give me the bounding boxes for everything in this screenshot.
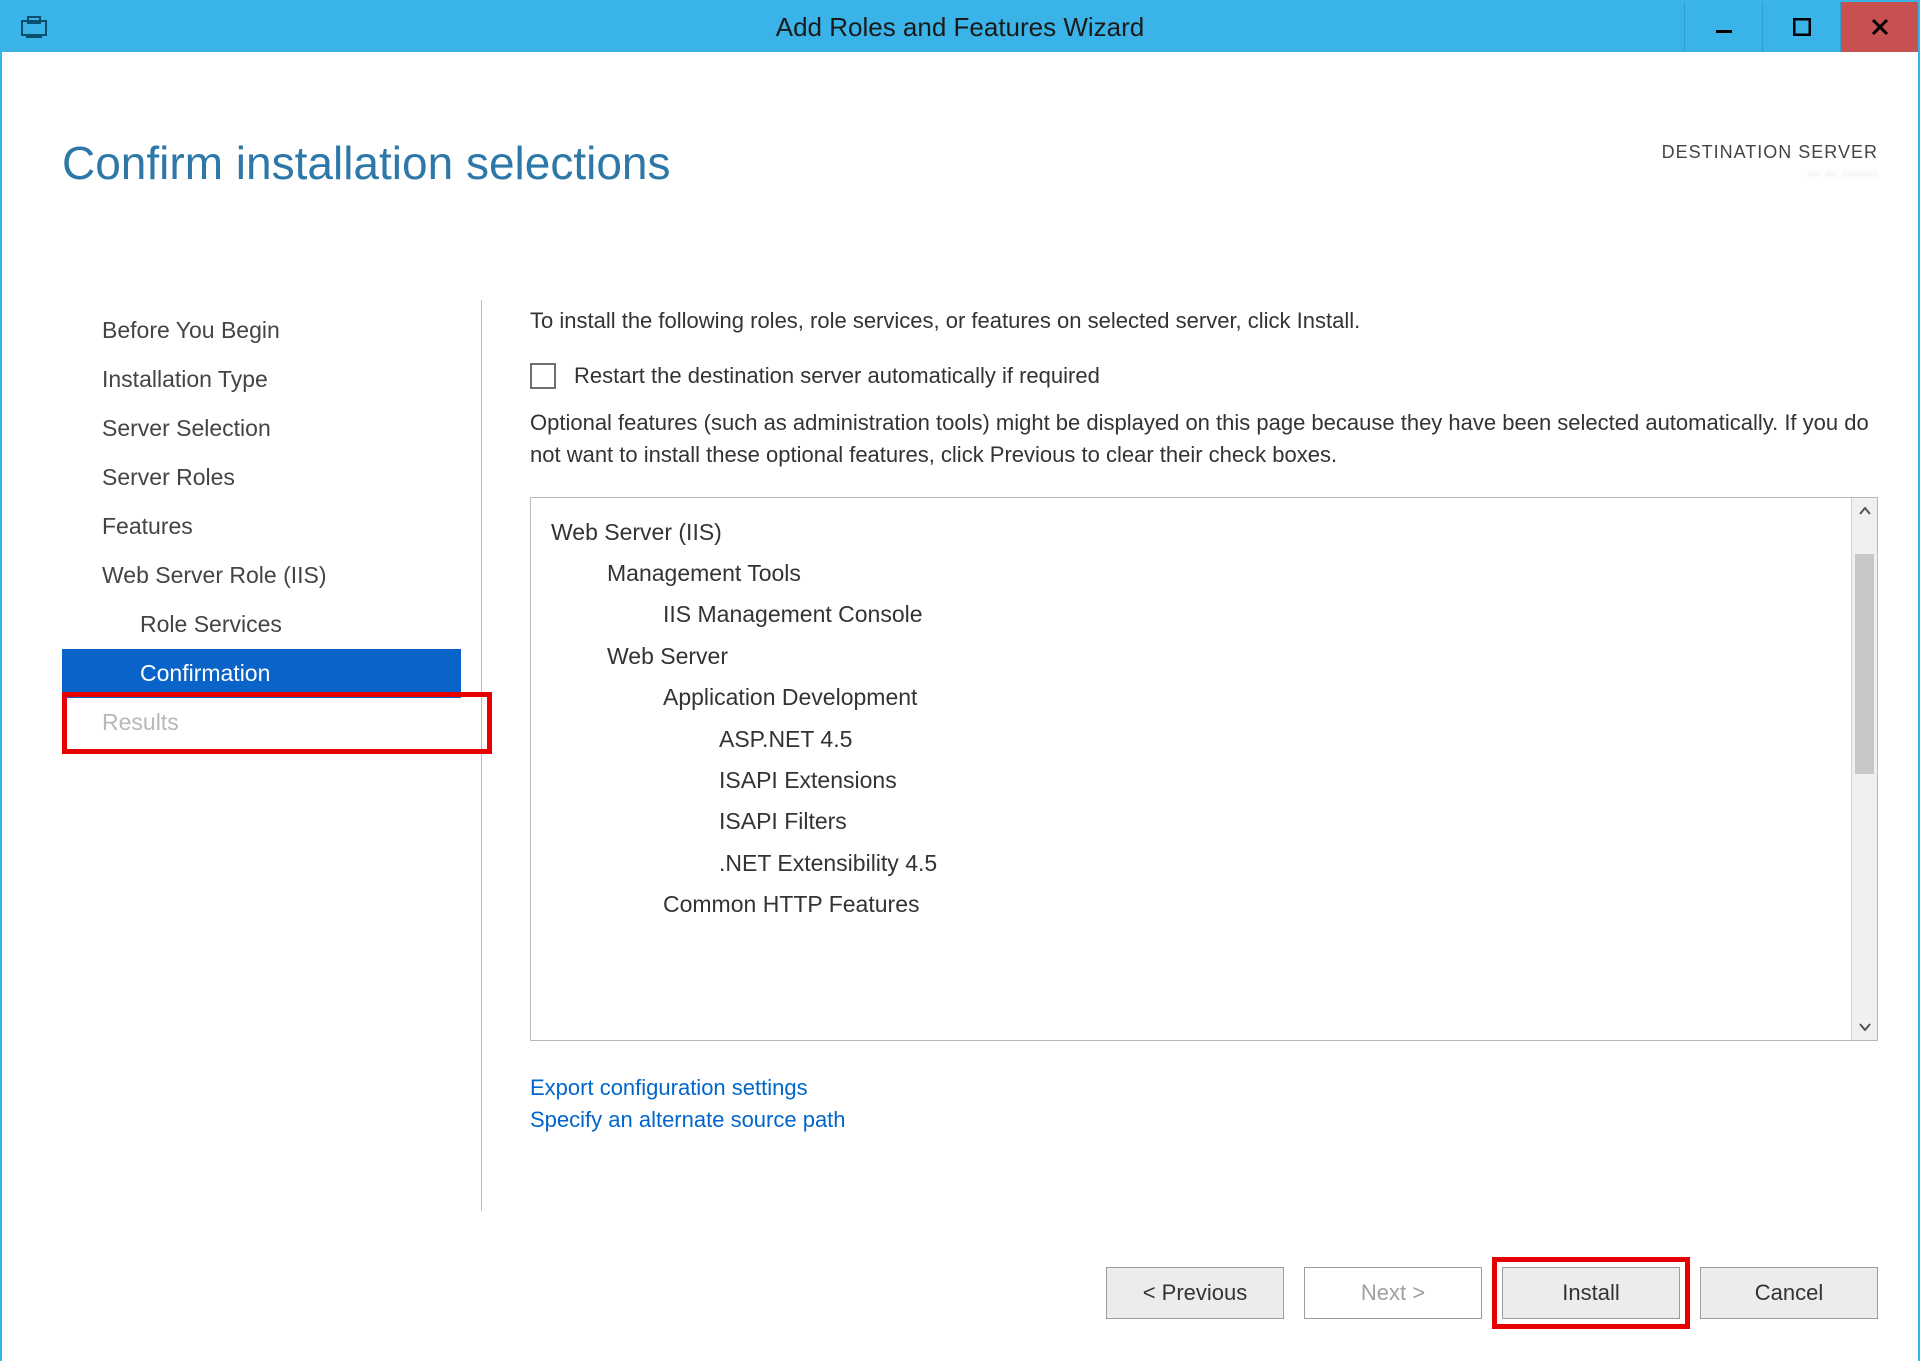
tree-item: ASP.NET 4.5 [551, 719, 1841, 760]
cancel-button[interactable]: Cancel [1700, 1267, 1878, 1319]
tree-item: Application Development [551, 677, 1841, 718]
sidebar-item-confirmation[interactable]: Confirmation [62, 649, 461, 698]
alt-source-link[interactable]: Specify an alternate source path [530, 1107, 1878, 1133]
sidebar-item-server-roles[interactable]: Server Roles [62, 453, 461, 502]
sidebar-item-before-you-begin[interactable]: Before You Begin [62, 306, 461, 355]
content-area: To install the following roles, role ser… [482, 300, 1878, 1211]
instruction-text: To install the following roles, role ser… [530, 306, 1878, 337]
close-button[interactable] [1840, 2, 1918, 52]
tree-item: Management Tools [551, 553, 1841, 594]
page-title: Confirm installation selections [62, 136, 671, 190]
restart-checkbox-row: Restart the destination server automatic… [530, 363, 1878, 389]
sidebar-item-results: Results [62, 698, 461, 747]
destination-block: DESTINATION SERVER ·· ·· ······ [1662, 142, 1878, 184]
optional-note: Optional features (such as administratio… [530, 407, 1878, 471]
window-title: Add Roles and Features Wizard [2, 12, 1918, 43]
tree-item: Web Server (IIS) [551, 512, 1841, 553]
wizard-window: Add Roles and Features Wizard Confirm in… [0, 0, 1920, 1361]
scroll-down-icon[interactable] [1852, 1014, 1878, 1040]
destination-label: DESTINATION SERVER [1662, 142, 1878, 163]
tree-item: Web Server [551, 636, 1841, 677]
minimize-button[interactable] [1684, 2, 1762, 52]
sidebar-item-installation-type[interactable]: Installation Type [62, 355, 461, 404]
tree-item: Common HTTP Features [551, 884, 1841, 925]
destination-value: ·· ·· ······ [1662, 163, 1878, 184]
export-config-link[interactable]: Export configuration settings [530, 1075, 1878, 1101]
tree-scrollbar [1851, 498, 1877, 1040]
sidebar-item-role-services[interactable]: Role Services [62, 600, 461, 649]
restart-checkbox[interactable] [530, 363, 556, 389]
tree-item: ISAPI Extensions [551, 760, 1841, 801]
scroll-up-icon[interactable] [1852, 498, 1878, 524]
selection-tree: Web Server (IIS) Management Tools IIS Ma… [530, 497, 1878, 1041]
wizard-button-bar: < Previous Next > Install Cancel [1106, 1267, 1878, 1319]
sidebar-item-features[interactable]: Features [62, 502, 461, 551]
restart-checkbox-label: Restart the destination server automatic… [574, 363, 1100, 389]
page-header: Confirm installation selections DESTINAT… [62, 136, 1878, 190]
sidebar: Before You Begin Installation Type Serve… [62, 300, 482, 1211]
tree-item: IIS Management Console [551, 594, 1841, 635]
maximize-button[interactable] [1762, 2, 1840, 52]
tree-item: ISAPI Filters [551, 801, 1841, 842]
next-button: Next > [1304, 1267, 1482, 1319]
tree-item: .NET Extensibility 4.5 [551, 843, 1841, 884]
titlebar: Add Roles and Features Wizard [2, 2, 1918, 52]
scroll-track[interactable] [1852, 524, 1877, 1014]
client-area: Confirm installation selections DESTINAT… [2, 52, 1918, 1361]
links-block: Export configuration settings Specify an… [530, 1075, 1878, 1139]
sidebar-item-server-selection[interactable]: Server Selection [62, 404, 461, 453]
window-controls [1684, 2, 1918, 52]
tree-content: Web Server (IIS) Management Tools IIS Ma… [531, 498, 1851, 1040]
app-icon [20, 15, 48, 39]
previous-button[interactable]: < Previous [1106, 1267, 1284, 1319]
scroll-thumb[interactable] [1855, 554, 1874, 774]
install-button[interactable]: Install [1502, 1267, 1680, 1319]
body-area: Before You Begin Installation Type Serve… [62, 300, 1878, 1211]
sidebar-item-web-server-role[interactable]: Web Server Role (IIS) [62, 551, 461, 600]
